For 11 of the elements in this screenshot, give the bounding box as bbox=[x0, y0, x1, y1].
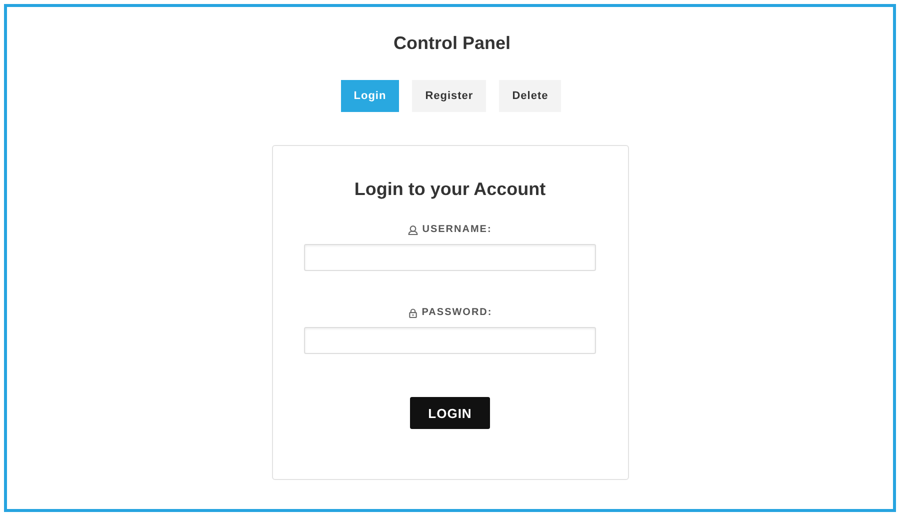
tab[interactable]: Delete bbox=[499, 80, 562, 112]
field-label: USERNAME: bbox=[422, 224, 492, 235]
tab[interactable]: Register bbox=[412, 80, 486, 112]
user-icon bbox=[408, 224, 418, 234]
form-heading: Login to your Account bbox=[354, 179, 546, 200]
lock-icon bbox=[408, 308, 418, 318]
field-label: PASSWORD: bbox=[422, 307, 492, 318]
login-button[interactable]: LOGIN bbox=[410, 397, 490, 429]
input-field[interactable] bbox=[304, 327, 596, 354]
panel-title: Control Panel bbox=[392, 33, 510, 54]
input-field[interactable] bbox=[304, 244, 596, 271]
